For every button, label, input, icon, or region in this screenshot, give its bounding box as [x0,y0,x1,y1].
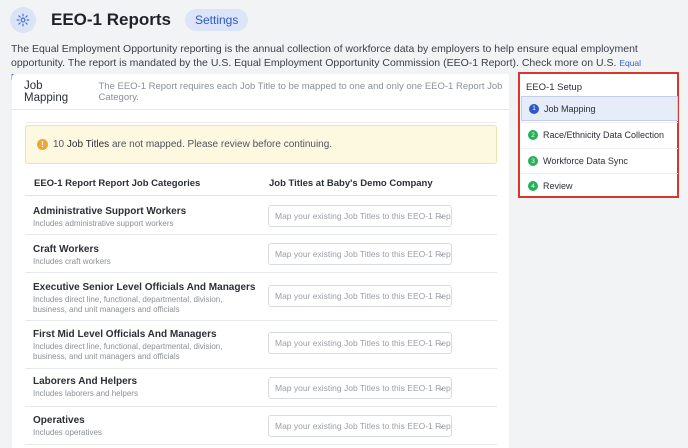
select-placeholder: Map your existing Job Titles to this EEO… [275,383,451,393]
category-desc: Includes operatives [33,428,102,437]
category-name: Operatives [33,415,85,426]
select-placeholder: Map your existing Job Titles to this EEO… [275,211,451,221]
job-title-select[interactable]: Map your existing Job Titles to this EEO… [268,205,452,227]
select-placeholder: Map your existing Job Titles to this EEO… [275,291,451,301]
card-subtitle: The EEO-1 Report requires each Job Title… [98,80,503,103]
category-name: First Mid Level Officials And Managers [33,329,217,340]
intro-body: The Equal Employment Opportunity reporti… [11,43,638,69]
category-desc: Includes direct line, functional, depart… [33,342,223,361]
chevron-down-icon: ⌄ [438,383,445,392]
gear-icon [10,7,36,33]
alert-count: 10 [53,139,65,150]
category-desc: Includes direct line, functional, depart… [33,295,223,314]
job-title-select[interactable]: Map your existing Job Titles to this EEO… [268,377,452,399]
job-title-select[interactable]: Map your existing Job Titles to this EEO… [268,285,452,307]
step-label: Review [543,181,573,191]
step-number: 3 [528,156,538,166]
alert-highlight: Job Titles [66,139,110,150]
setup-step-workforce-sync[interactable]: 3 Workforce Data Sync [521,148,678,173]
chevron-down-icon: ⌄ [438,249,445,258]
job-title-select[interactable]: Map your existing Job Titles to this EEO… [268,415,452,437]
job-mapping-card: Job Mapping The EEO-1 Report requires ea… [12,74,509,448]
unmapped-alert: ! 10 Job Titles are not mapped. Please r… [25,125,497,164]
step-label: Race/Ethnicity Data Collection [543,130,665,140]
table-row: Operatives Includes operatives Map your … [25,407,497,445]
setup-step-review[interactable]: 4 Review [521,173,678,198]
settings-button[interactable]: Settings [184,9,249,31]
page-header: EEO-1 Reports Settings [10,6,249,34]
step-number: 2 [528,130,538,140]
step-label: Job Mapping [544,103,596,114]
category-desc: Includes laborers and helpers [33,389,138,398]
table-row: Executive Senior Level Officials And Man… [25,273,497,321]
table-row: First Mid Level Officials And Managers I… [25,321,497,369]
chevron-down-icon: ⌄ [438,338,445,347]
setup-title: EEO-1 Setup [526,82,582,93]
card-title: Job Mapping [24,79,69,104]
table-row: Administrative Support Workers Includes … [25,197,497,235]
chevron-down-icon: ⌄ [438,291,445,300]
select-placeholder: Map your existing Job Titles to this EEO… [275,421,451,431]
warning-icon: ! [37,139,48,150]
table-row: Laborers And Helpers Includes laborers a… [25,369,497,407]
col-job-titles: Job Titles at Baby's Demo Company [269,178,433,189]
setup-step-race-ethnicity[interactable]: 2 Race/Ethnicity Data Collection [521,122,678,147]
category-desc: Includes craft workers [33,257,111,266]
card-header: Job Mapping The EEO-1 Report requires ea… [12,74,509,110]
job-title-select[interactable]: Map your existing Job Titles to this EEO… [268,332,452,354]
chevron-down-icon: ⌄ [438,421,445,430]
category-name: Executive Senior Level Officials And Man… [33,282,256,293]
col-job-categories: EEO-1 Report Report Job Categories [34,178,201,189]
category-name: Laborers And Helpers [33,376,138,387]
eeo1-setup-panel: EEO-1 Setup 1 Job Mapping 2 Race/Ethnici… [518,72,679,198]
mapping-table: ! 10 Job Titles are not mapped. Please r… [25,122,497,448]
select-placeholder: Map your existing Job Titles to this EEO… [275,249,451,259]
select-placeholder: Map your existing Job Titles to this EEO… [275,338,451,348]
category-name: Administrative Support Workers [33,206,187,217]
step-number: 1 [529,103,539,114]
category-name: Craft Workers [33,244,99,255]
category-desc: Includes administrative support workers [33,219,174,228]
job-title-select[interactable]: Map your existing Job Titles to this EEO… [268,243,452,265]
page-title: EEO-1 Reports [51,10,171,29]
table-row: Craft Workers Includes craft workers Map… [25,235,497,273]
setup-step-job-mapping[interactable]: 1 Job Mapping [521,96,678,121]
step-number: 4 [528,181,538,191]
chevron-down-icon: ⌄ [438,211,445,220]
step-label: Workforce Data Sync [543,156,628,166]
table-header: EEO-1 Report Report Job Categories Job T… [25,176,497,196]
alert-message: are not mapped. Please review before con… [111,139,333,150]
